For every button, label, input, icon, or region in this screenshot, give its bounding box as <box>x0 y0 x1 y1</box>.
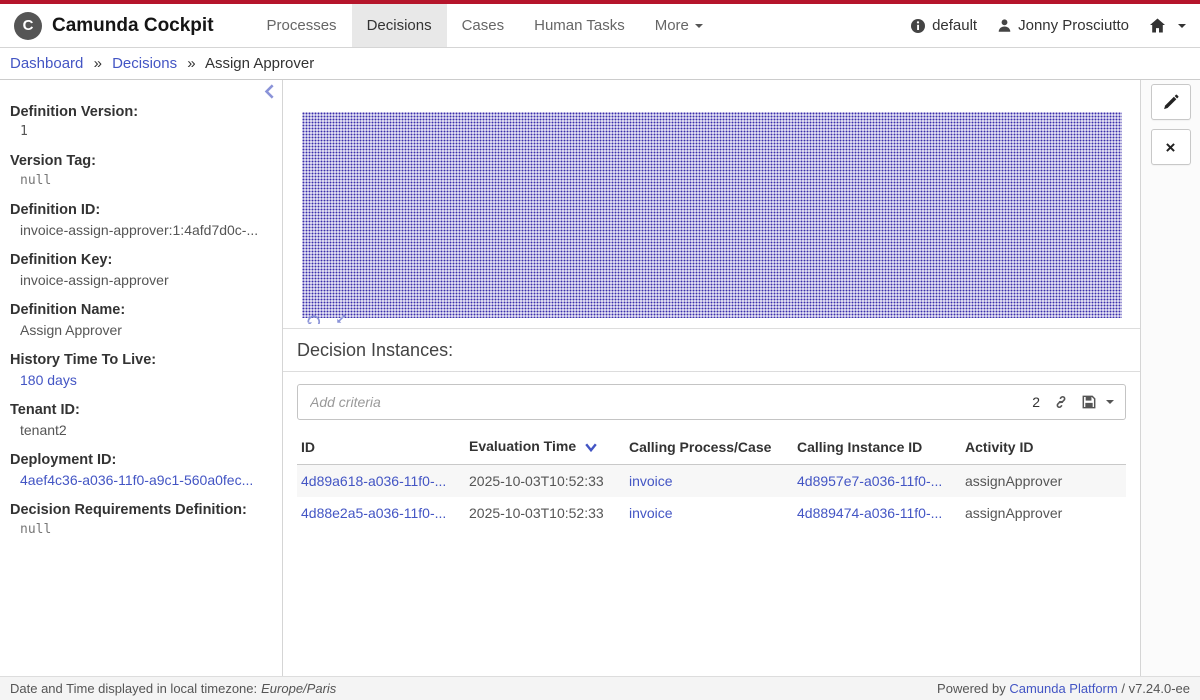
field-value-definition-key: invoice-assign-approver <box>20 272 268 288</box>
calling-process-link[interactable]: invoice <box>629 505 673 521</box>
app-header: C Camunda Cockpit Processes Decisions Ca… <box>0 4 1200 48</box>
add-criteria-input[interactable] <box>297 384 1126 420</box>
field-label: Definition Key: <box>10 252 268 268</box>
save-search-button[interactable] <box>1082 395 1114 409</box>
table-row: 4d88e2a5-a036-11f0-... 2025-10-03T10:52:… <box>297 497 1126 529</box>
fit-viewport-icon[interactable] <box>334 313 347 324</box>
definition-sidebar: Definition Version: 1 Version Tag: null … <box>0 80 283 676</box>
reset-zoom-icon[interactable] <box>306 313 321 324</box>
calling-instance-link[interactable]: 4d889474-a036-11f0-... <box>797 505 942 521</box>
filter-icons: 2 <box>1032 384 1114 420</box>
filter-row: 2 <box>283 372 1140 420</box>
dmn-table-canvas[interactable] <box>302 112 1122 318</box>
dmn-diagram-section <box>283 80 1140 328</box>
result-count: 2 <box>1032 394 1040 410</box>
column-header-label: Evaluation Time <box>469 438 576 454</box>
camunda-platform-link[interactable]: Camunda Platform <box>1009 681 1117 696</box>
history-ttl-link[interactable]: 180 days <box>20 372 77 388</box>
timezone-value: Europe/Paris <box>261 681 336 696</box>
breadcrumb-dashboard[interactable]: Dashboard <box>10 55 83 72</box>
footer: Date and Time displayed in local timezon… <box>0 676 1200 700</box>
engine-name: default <box>932 17 977 34</box>
breadcrumb-current: Assign Approver <box>205 55 314 72</box>
field-value-definition-version: 1 <box>20 124 268 139</box>
field-value-definition-name: Assign Approver <box>20 322 268 338</box>
field-label: Decision Requirements Definition: <box>10 502 268 518</box>
breadcrumb-separator: » <box>187 55 195 72</box>
field-label: Definition Version: <box>10 104 268 120</box>
deployment-id-link[interactable]: 4aef4c36-a036-11f0-a9c1-560a0fec... <box>20 472 253 488</box>
field-label: Definition ID: <box>10 202 268 218</box>
info-icon <box>910 18 926 34</box>
main-nav: Processes Decisions Cases Human Tasks Mo… <box>252 4 718 47</box>
timezone-label: Date and Time displayed in local timezon… <box>10 681 257 696</box>
table-row: 4d89a618-a036-11f0-... 2025-10-03T10:52:… <box>297 465 1126 498</box>
field-label: Deployment ID: <box>10 452 268 468</box>
nav-item-human-tasks[interactable]: Human Tasks <box>519 4 640 47</box>
edit-decision-button[interactable] <box>1151 84 1191 120</box>
breadcrumb-decisions[interactable]: Decisions <box>112 55 177 72</box>
apps-menu[interactable] <box>1149 18 1186 33</box>
powered-by: Powered by Camunda Platform / v7.24.0-ee <box>937 681 1190 696</box>
home-icon <box>1149 18 1166 33</box>
instances-heading: Decision Instances: <box>283 328 1140 372</box>
breadcrumb: Dashboard » Decisions » Assign Approver <box>0 48 1200 80</box>
engine-selector[interactable]: default <box>910 17 977 34</box>
field-value-drd: null <box>20 522 268 537</box>
field-label: Tenant ID: <box>10 402 268 418</box>
powered-by-label: Powered by <box>937 681 1006 696</box>
column-header-activity-id[interactable]: Activity ID <box>961 434 1126 465</box>
brand[interactable]: C Camunda Cockpit <box>0 4 226 47</box>
app-title: Camunda Cockpit <box>52 15 214 37</box>
evaluation-time-cell: 2025-10-03T10:52:33 <box>465 465 625 498</box>
column-header-id[interactable]: ID <box>297 434 465 465</box>
instances-table: ID Evaluation Time Calling Process/Case … <box>297 434 1126 529</box>
evaluation-time-cell: 2025-10-03T10:52:33 <box>465 497 625 529</box>
main-panel: Decision Instances: 2 <box>283 80 1140 676</box>
pencil-icon <box>1162 94 1179 111</box>
user-menu[interactable]: Jonny Prosciutto <box>997 17 1129 34</box>
activity-id-cell: assignApprover <box>961 465 1126 498</box>
column-header-calling-instance-id[interactable]: Calling Instance ID <box>793 434 961 465</box>
column-header-evaluation-time[interactable]: Evaluation Time <box>465 434 625 465</box>
user-name: Jonny Prosciutto <box>1018 17 1129 34</box>
close-icon <box>1166 143 1175 152</box>
chevron-down-icon <box>1178 24 1186 28</box>
version-text: / v7.24.0-ee <box>1121 681 1190 696</box>
column-header-calling-process[interactable]: Calling Process/Case <box>625 434 793 465</box>
field-value-tenant-id: tenant2 <box>20 422 268 438</box>
close-panel-button[interactable] <box>1151 129 1191 165</box>
field-label: Definition Name: <box>10 302 268 318</box>
field-label: Version Tag: <box>10 153 268 169</box>
calling-instance-link[interactable]: 4d8957e7-a036-11f0-... <box>797 473 942 489</box>
chevron-down-icon <box>1106 400 1114 404</box>
nav-item-processes[interactable]: Processes <box>252 4 352 47</box>
header-right: default Jonny Prosciutto <box>910 4 1200 47</box>
field-value-definition-id: invoice-assign-approver:1:4afd7d0c-... <box>20 222 268 238</box>
instance-id-link[interactable]: 4d89a618-a036-11f0-... <box>301 473 446 489</box>
instance-id-link[interactable]: 4d88e2a5-a036-11f0-... <box>301 505 446 521</box>
timezone-note: Date and Time displayed in local timezon… <box>10 681 336 696</box>
action-strip <box>1140 80 1200 676</box>
calling-process-link[interactable]: invoice <box>629 473 673 489</box>
nav-item-cases[interactable]: Cases <box>447 4 520 47</box>
chevron-down-icon <box>695 24 703 28</box>
field-label: History Time To Live: <box>10 352 268 368</box>
diagram-zoom-controls <box>306 313 347 324</box>
nav-item-decisions[interactable]: Decisions <box>352 4 447 47</box>
sidebar-collapse-button[interactable] <box>263 83 276 102</box>
user-icon <box>997 18 1012 33</box>
instances-table-wrap: ID Evaluation Time Calling Process/Case … <box>297 434 1126 529</box>
field-value-version-tag: null <box>20 173 268 188</box>
sort-desc-icon <box>585 439 597 455</box>
nav-more-label: More <box>655 17 689 34</box>
nav-item-more[interactable]: More <box>640 4 718 47</box>
breadcrumb-separator: » <box>94 55 102 72</box>
content: Definition Version: 1 Version Tag: null … <box>0 80 1200 676</box>
activity-id-cell: assignApprover <box>961 497 1126 529</box>
camunda-logo-icon: C <box>14 12 42 40</box>
copy-link-icon[interactable] <box>1053 394 1069 410</box>
